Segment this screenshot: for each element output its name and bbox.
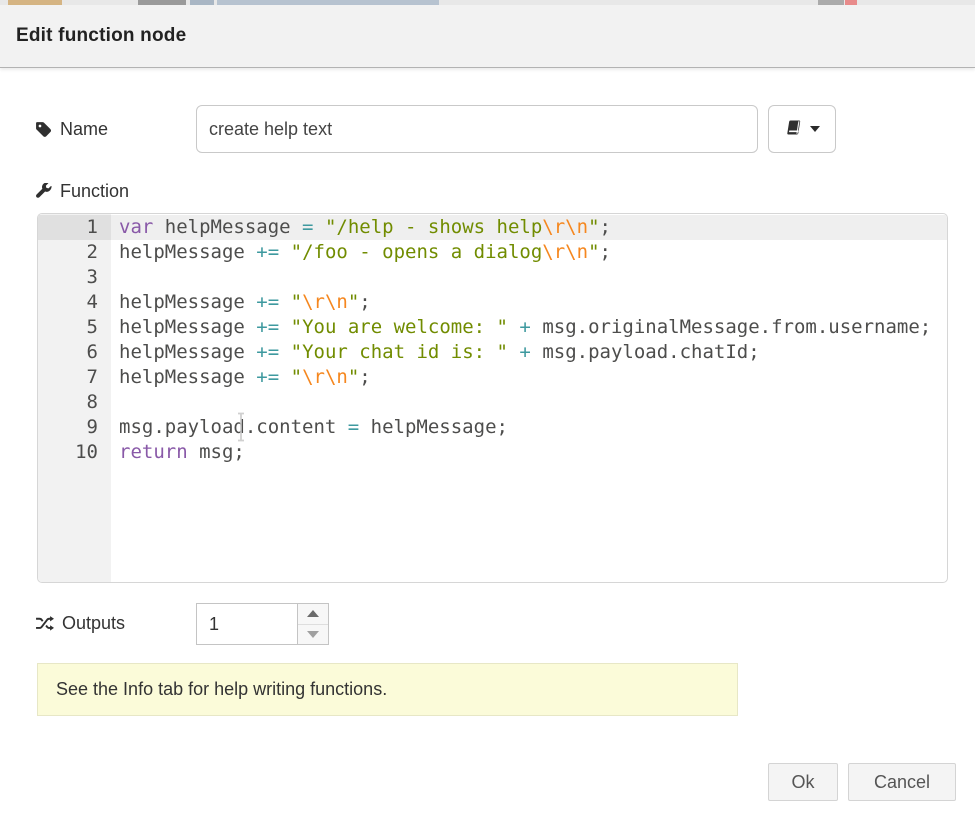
code-line-text: helpMessage += "/foo - opens a dialog\r\…: [111, 240, 611, 265]
book-icon: [785, 119, 803, 139]
edit-function-node-dialog: Edit function node Name Function 1var he…: [0, 5, 975, 815]
wrench-icon: [35, 183, 52, 200]
line-number: 5: [38, 315, 111, 340]
function-label-text: Function: [60, 181, 129, 202]
code-line-text: helpMessage += "You are welcome: " + msg…: [111, 315, 931, 340]
code-line[interactable]: 9msg.payload.content = helpMessage;: [38, 415, 947, 440]
outputs-input[interactable]: [197, 604, 296, 644]
name-input[interactable]: [196, 105, 758, 153]
outputs-label-text: Outputs: [62, 613, 125, 634]
library-button[interactable]: [768, 105, 836, 153]
form-tip: See the Info tab for help writing functi…: [37, 663, 738, 716]
outputs-label: Outputs: [35, 603, 125, 643]
code-line[interactable]: 4helpMessage += "\r\n";: [38, 290, 947, 315]
code-line[interactable]: 1var helpMessage = "/help - shows help\r…: [38, 215, 947, 240]
name-label: Name: [35, 105, 108, 153]
line-number: 4: [38, 290, 111, 315]
spinner-buttons: [297, 604, 328, 644]
name-label-text: Name: [60, 119, 108, 140]
code-line-text: helpMessage += "Your chat id is: " + msg…: [111, 340, 760, 365]
ok-button[interactable]: Ok: [768, 763, 838, 801]
code-line-text: helpMessage += "\r\n";: [111, 365, 371, 390]
caret-down-icon: [810, 126, 820, 132]
line-number: 1: [38, 215, 111, 240]
code-line[interactable]: 8: [38, 390, 947, 415]
dialog-header: Edit function node: [0, 5, 975, 68]
screenshot-root: Edit function node Name Function 1var he…: [0, 0, 975, 815]
spinner-down-button[interactable]: [298, 625, 328, 645]
code-line-text: return msg;: [111, 440, 245, 465]
ibeam-cursor: [236, 412, 246, 442]
line-number: 2: [38, 240, 111, 265]
code-line-text: var helpMessage = "/help - shows help\r\…: [111, 215, 611, 240]
line-number: 8: [38, 390, 111, 415]
line-number: 6: [38, 340, 111, 365]
code-line[interactable]: 3: [38, 265, 947, 290]
code-editor[interactable]: 1var helpMessage = "/help - shows help\r…: [37, 213, 948, 583]
triangle-down-icon: [307, 631, 319, 638]
triangle-up-icon: [307, 610, 319, 617]
code-line-text: helpMessage += "\r\n";: [111, 290, 371, 315]
code-line-text: [111, 390, 119, 415]
code-line[interactable]: 5helpMessage += "You are welcome: " + ms…: [38, 315, 947, 340]
shuffle-icon: [35, 615, 54, 632]
dialog-title: Edit function node: [16, 25, 186, 47]
code-line[interactable]: 2helpMessage += "/foo - opens a dialog\r…: [38, 240, 947, 265]
form-tip-text: See the Info tab for help writing functi…: [56, 679, 387, 700]
line-number: 10: [38, 440, 111, 465]
cancel-button[interactable]: Cancel: [848, 763, 956, 801]
line-number: 7: [38, 365, 111, 390]
tag-icon: [35, 121, 52, 138]
code-line[interactable]: 7helpMessage += "\r\n";: [38, 365, 947, 390]
editor-lines: 1var helpMessage = "/help - shows help\r…: [38, 214, 947, 465]
code-line-text: msg.payload.content = helpMessage;: [111, 415, 508, 440]
code-line[interactable]: 6helpMessage += "Your chat id is: " + ms…: [38, 340, 947, 365]
outputs-spinner: [196, 603, 329, 645]
code-line-text: [111, 265, 119, 290]
spinner-up-button[interactable]: [298, 604, 328, 625]
line-number: 9: [38, 415, 111, 440]
code-line[interactable]: 10return msg;: [38, 440, 947, 465]
line-number: 3: [38, 265, 111, 290]
function-label: Function: [35, 179, 129, 203]
